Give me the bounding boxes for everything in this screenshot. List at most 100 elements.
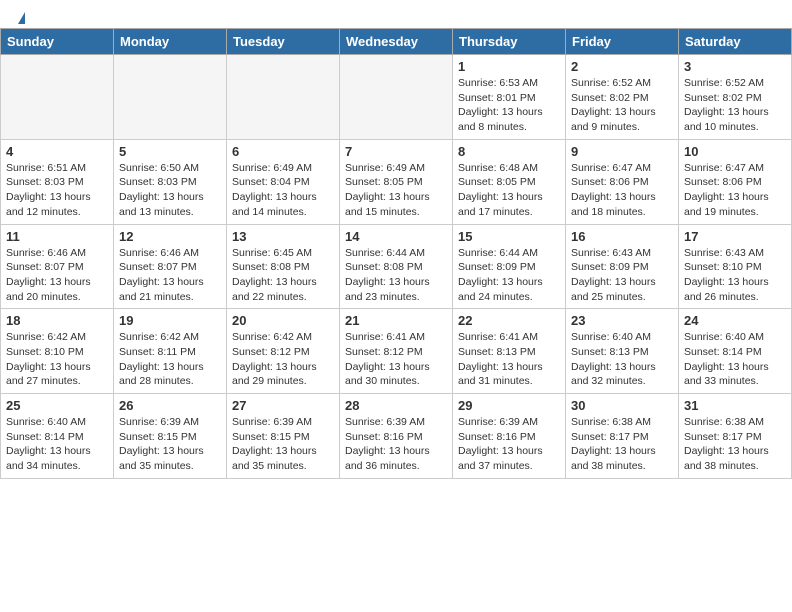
calendar-cell: 12Sunrise: 6:46 AM Sunset: 8:07 PM Dayli…: [114, 224, 227, 309]
day-detail: Sunrise: 6:39 AM Sunset: 8:15 PM Dayligh…: [119, 415, 221, 474]
day-detail: Sunrise: 6:43 AM Sunset: 8:09 PM Dayligh…: [571, 246, 673, 305]
day-detail: Sunrise: 6:52 AM Sunset: 8:02 PM Dayligh…: [684, 76, 786, 135]
day-detail: Sunrise: 6:48 AM Sunset: 8:05 PM Dayligh…: [458, 161, 560, 220]
calendar-cell: 6 Sunrise: 6:49 AM Sunset: 8:04 PM Daylig…: [227, 139, 340, 224]
day-detail: Sunrise: 6:47 AM Sunset: 8:06 PM Dayligh…: [684, 161, 786, 220]
day-number: 30: [571, 398, 673, 413]
day-number: 27: [232, 398, 334, 413]
day-header-friday: Friday: [566, 29, 679, 55]
calendar-cell: 15Sunrise: 6:44 AM Sunset: 8:09 PM Dayli…: [453, 224, 566, 309]
calendar-cell: 19 Sunrise: 6:42 AM Sunset: 8:11 PM Dayli…: [114, 309, 227, 394]
calendar-cell: 10 Sunrise: 6:47 AM Sunset: 8:06 PM Dayli…: [679, 139, 792, 224]
calendar-cell: 5Sunrise: 6:50 AM Sunset: 8:03 PM Daylig…: [114, 139, 227, 224]
calendar-cell: 18 Sunrise: 6:42 AM Sunset: 8:10 PM Dayli…: [1, 309, 114, 394]
calendar-cell: 2Sunrise: 6:52 AM Sunset: 8:02 PM Daylig…: [566, 55, 679, 140]
calendar-week-row: 1Sunrise: 6:53 AM Sunset: 8:01 PM Daylig…: [1, 55, 792, 140]
day-number: 14: [345, 229, 447, 244]
calendar-cell: 17Sunrise: 6:43 AM Sunset: 8:10 PM Dayli…: [679, 224, 792, 309]
calendar-cell: 1Sunrise: 6:53 AM Sunset: 8:01 PM Daylig…: [453, 55, 566, 140]
day-number: 28: [345, 398, 447, 413]
day-detail: Sunrise: 6:49 AM Sunset: 8:05 PM Dayligh…: [345, 161, 447, 220]
calendar-cell: 24Sunrise: 6:40 AM Sunset: 8:14 PM Dayli…: [679, 309, 792, 394]
day-detail: Sunrise: 6:42 AM Sunset: 8:10 PM Dayligh…: [6, 330, 108, 389]
day-number: 12: [119, 229, 221, 244]
calendar-cell: 26 Sunrise: 6:39 AM Sunset: 8:15 PM Dayli…: [114, 394, 227, 479]
calendar-cell: 20 Sunrise: 6:42 AM Sunset: 8:12 PM Dayli…: [227, 309, 340, 394]
logo-triangle-icon: [18, 12, 25, 24]
day-number: 5: [119, 144, 221, 159]
day-number: 31: [684, 398, 786, 413]
day-number: 23: [571, 313, 673, 328]
day-detail: Sunrise: 6:52 AM Sunset: 8:02 PM Dayligh…: [571, 76, 673, 135]
calendar-cell: 7 Sunrise: 6:49 AM Sunset: 8:05 PM Daylig…: [340, 139, 453, 224]
day-detail: Sunrise: 6:38 AM Sunset: 8:17 PM Dayligh…: [684, 415, 786, 474]
day-detail: Sunrise: 6:40 AM Sunset: 8:13 PM Dayligh…: [571, 330, 673, 389]
day-detail: Sunrise: 6:39 AM Sunset: 8:15 PM Dayligh…: [232, 415, 334, 474]
day-number: 6: [232, 144, 334, 159]
calendar-header-row: SundayMondayTuesdayWednesdayThursdayFrid…: [1, 29, 792, 55]
header: [0, 0, 792, 28]
calendar-week-row: 25 Sunrise: 6:40 AM Sunset: 8:14 PM Dayli…: [1, 394, 792, 479]
day-number: 3: [684, 59, 786, 74]
day-detail: Sunrise: 6:42 AM Sunset: 8:12 PM Dayligh…: [232, 330, 334, 389]
day-detail: Sunrise: 6:45 AM Sunset: 8:08 PM Dayligh…: [232, 246, 334, 305]
day-number: 13: [232, 229, 334, 244]
calendar-cell: 25 Sunrise: 6:40 AM Sunset: 8:14 PM Dayli…: [1, 394, 114, 479]
day-number: 19: [119, 313, 221, 328]
calendar-cell: 29Sunrise: 6:39 AM Sunset: 8:16 PM Dayli…: [453, 394, 566, 479]
day-detail: Sunrise: 6:39 AM Sunset: 8:16 PM Dayligh…: [345, 415, 447, 474]
day-header-wednesday: Wednesday: [340, 29, 453, 55]
calendar-cell: 11 Sunrise: 6:46 AM Sunset: 8:07 PM Dayli…: [1, 224, 114, 309]
day-number: 11: [6, 229, 108, 244]
day-number: 4: [6, 144, 108, 159]
calendar-cell: 30 Sunrise: 6:38 AM Sunset: 8:17 PM Dayli…: [566, 394, 679, 479]
day-detail: Sunrise: 6:41 AM Sunset: 8:12 PM Dayligh…: [345, 330, 447, 389]
calendar-week-row: 18 Sunrise: 6:42 AM Sunset: 8:10 PM Dayli…: [1, 309, 792, 394]
calendar-cell: 13 Sunrise: 6:45 AM Sunset: 8:08 PM Dayli…: [227, 224, 340, 309]
calendar: SundayMondayTuesdayWednesdayThursdayFrid…: [0, 28, 792, 479]
calendar-cell: 28 Sunrise: 6:39 AM Sunset: 8:16 PM Dayli…: [340, 394, 453, 479]
day-header-monday: Monday: [114, 29, 227, 55]
day-number: 9: [571, 144, 673, 159]
day-number: 22: [458, 313, 560, 328]
logo: [16, 12, 25, 24]
calendar-cell: 27 Sunrise: 6:39 AM Sunset: 8:15 PM Dayli…: [227, 394, 340, 479]
calendar-cell: [227, 55, 340, 140]
day-number: 16: [571, 229, 673, 244]
day-number: 20: [232, 313, 334, 328]
day-detail: Sunrise: 6:46 AM Sunset: 8:07 PM Dayligh…: [6, 246, 108, 305]
day-detail: Sunrise: 6:38 AM Sunset: 8:17 PM Dayligh…: [571, 415, 673, 474]
day-detail: Sunrise: 6:47 AM Sunset: 8:06 PM Dayligh…: [571, 161, 673, 220]
day-detail: Sunrise: 6:44 AM Sunset: 8:08 PM Dayligh…: [345, 246, 447, 305]
day-number: 25: [6, 398, 108, 413]
day-header-thursday: Thursday: [453, 29, 566, 55]
day-detail: Sunrise: 6:41 AM Sunset: 8:13 PM Dayligh…: [458, 330, 560, 389]
calendar-cell: 21 Sunrise: 6:41 AM Sunset: 8:12 PM Dayli…: [340, 309, 453, 394]
day-detail: Sunrise: 6:40 AM Sunset: 8:14 PM Dayligh…: [684, 330, 786, 389]
calendar-cell: [340, 55, 453, 140]
day-number: 21: [345, 313, 447, 328]
calendar-cell: 3 Sunrise: 6:52 AM Sunset: 8:02 PM Daylig…: [679, 55, 792, 140]
calendar-cell: [1, 55, 114, 140]
day-number: 29: [458, 398, 560, 413]
day-detail: Sunrise: 6:51 AM Sunset: 8:03 PM Dayligh…: [6, 161, 108, 220]
day-header-tuesday: Tuesday: [227, 29, 340, 55]
calendar-cell: 16 Sunrise: 6:43 AM Sunset: 8:09 PM Dayli…: [566, 224, 679, 309]
calendar-week-row: 4 Sunrise: 6:51 AM Sunset: 8:03 PM Daylig…: [1, 139, 792, 224]
day-detail: Sunrise: 6:49 AM Sunset: 8:04 PM Dayligh…: [232, 161, 334, 220]
day-number: 7: [345, 144, 447, 159]
day-header-sunday: Sunday: [1, 29, 114, 55]
day-detail: Sunrise: 6:43 AM Sunset: 8:10 PM Dayligh…: [684, 246, 786, 305]
day-number: 8: [458, 144, 560, 159]
day-number: 18: [6, 313, 108, 328]
day-detail: Sunrise: 6:40 AM Sunset: 8:14 PM Dayligh…: [6, 415, 108, 474]
calendar-cell: 9 Sunrise: 6:47 AM Sunset: 8:06 PM Daylig…: [566, 139, 679, 224]
calendar-cell: 14 Sunrise: 6:44 AM Sunset: 8:08 PM Dayli…: [340, 224, 453, 309]
calendar-cell: [114, 55, 227, 140]
day-header-saturday: Saturday: [679, 29, 792, 55]
day-number: 15: [458, 229, 560, 244]
day-number: 10: [684, 144, 786, 159]
day-detail: Sunrise: 6:42 AM Sunset: 8:11 PM Dayligh…: [119, 330, 221, 389]
calendar-cell: 31 Sunrise: 6:38 AM Sunset: 8:17 PM Dayli…: [679, 394, 792, 479]
day-number: 26: [119, 398, 221, 413]
